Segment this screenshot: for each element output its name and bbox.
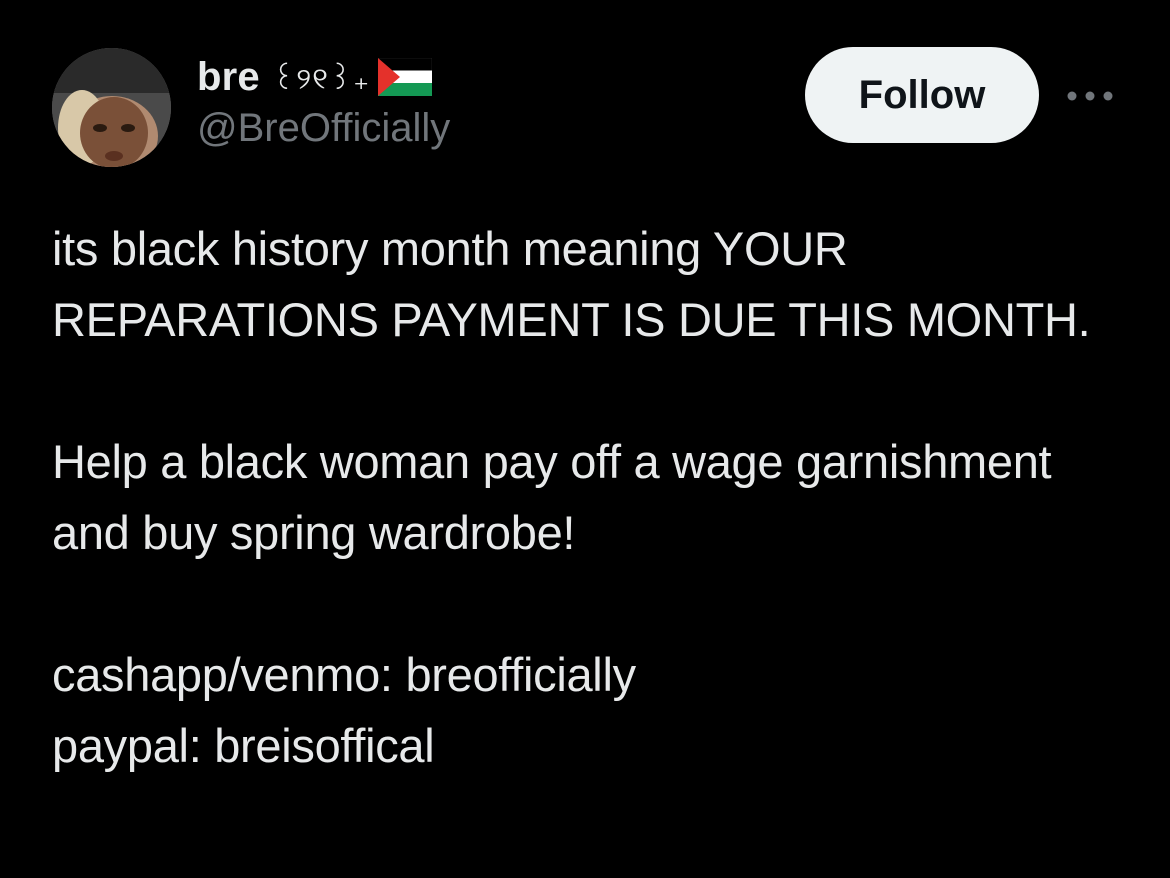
display-name: bre	[197, 54, 260, 99]
more-options-button[interactable]	[1063, 78, 1117, 114]
name-decoration: ꒰୨୧꒱₊	[271, 61, 371, 97]
profile-avatar[interactable]	[52, 48, 171, 167]
tweet-text: its black history month meaning YOUR REP…	[52, 213, 1112, 781]
tweet-line-paypal: paypal: breisoffical	[52, 719, 435, 772]
more-horizontal-icon	[1067, 91, 1113, 101]
follow-button[interactable]: Follow	[805, 47, 1039, 143]
palestine-flag-icon	[377, 57, 433, 96]
tweet-paragraph-2: Help a black woman pay off a wage garnis…	[52, 435, 1052, 559]
author-identity: bre ꒰୨୧꒱₊ @BreOfficially	[197, 52, 450, 151]
avatar-image	[52, 48, 171, 167]
author-handle[interactable]: @BreOfficially	[197, 106, 450, 151]
display-name-row[interactable]: bre ꒰୨୧꒱₊	[197, 52, 450, 102]
tweet-line-cashapp: cashapp/venmo: breofficially	[52, 648, 636, 701]
tweet-card: bre ꒰୨୧꒱₊ @BreOfficially Follow its blac…	[0, 0, 1170, 878]
tweet-paragraph-1: its black history month meaning YOUR REP…	[52, 222, 1091, 346]
